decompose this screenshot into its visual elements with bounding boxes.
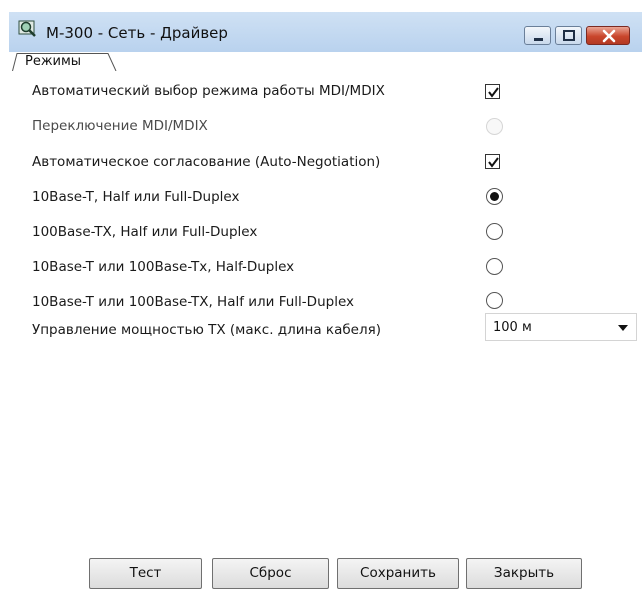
setting-label-10-100-half: 10Base-T или 100Base-Tx, Half-Duplex [32,259,295,275]
setting-label-tx-power: Управление мощностью TX (макс. длина каб… [32,322,381,338]
setting-label-100base-tx: 100Base-TX, Half или Full-Duplex [32,224,258,240]
checkmark-icon [488,157,499,168]
setting-label-10-100-half-full: 10Base-T или 100Base-TX, Half или Full-D… [32,294,355,310]
10base-t-radio[interactable] [486,188,503,205]
maximize-icon [563,30,575,41]
save-button[interactable]: Сохранить [337,558,459,589]
checkmark-icon [488,87,499,98]
tab-modes-label: Режимы [25,54,82,69]
close-button[interactable]: Закрыть [466,558,582,589]
setting-label-mdi-switch: Переключение MDI/MDIX [32,118,208,134]
minimize-icon [534,38,543,41]
tx-power-select[interactable]: 100 м [485,313,637,341]
setting-label-auto-negotiation: Автоматическое согласование (Auto-Negoti… [32,154,381,170]
tx-power-value: 100 м [493,320,532,335]
mdi-switch-radio[interactable] [486,118,503,135]
title-bar[interactable]: М-300 - Сеть - Драйвер [9,12,642,52]
setting-label-10base-t: 10Base-T, Half или Full-Duplex [32,189,240,205]
auto-mdi-checkbox[interactable] [485,84,500,99]
chevron-down-icon [618,325,628,331]
test-button[interactable]: Тест [89,558,202,589]
reset-button[interactable]: Сброс [212,558,329,589]
magnifier-app-icon [18,19,38,39]
radio-selected-dot [490,192,499,201]
close-window-button[interactable] [586,26,630,45]
10-100-half-duplex-radio[interactable] [486,258,503,275]
dialog-window: М-300 - Сеть - Драйвер Режимы Автоматиче… [0,0,642,594]
10-100-half-full-duplex-radio[interactable] [486,292,503,309]
window-title: М-300 - Сеть - Драйвер [46,24,228,42]
100base-tx-radio[interactable] [486,223,503,240]
tab-modes[interactable]: Режимы [12,53,120,71]
close-icon [602,29,616,43]
minimize-button[interactable] [524,26,551,45]
auto-negotiation-checkbox[interactable] [485,154,500,169]
maximize-button[interactable] [555,26,582,45]
setting-label-auto-mdi: Автоматический выбор режима работы MDI/M… [32,83,385,99]
